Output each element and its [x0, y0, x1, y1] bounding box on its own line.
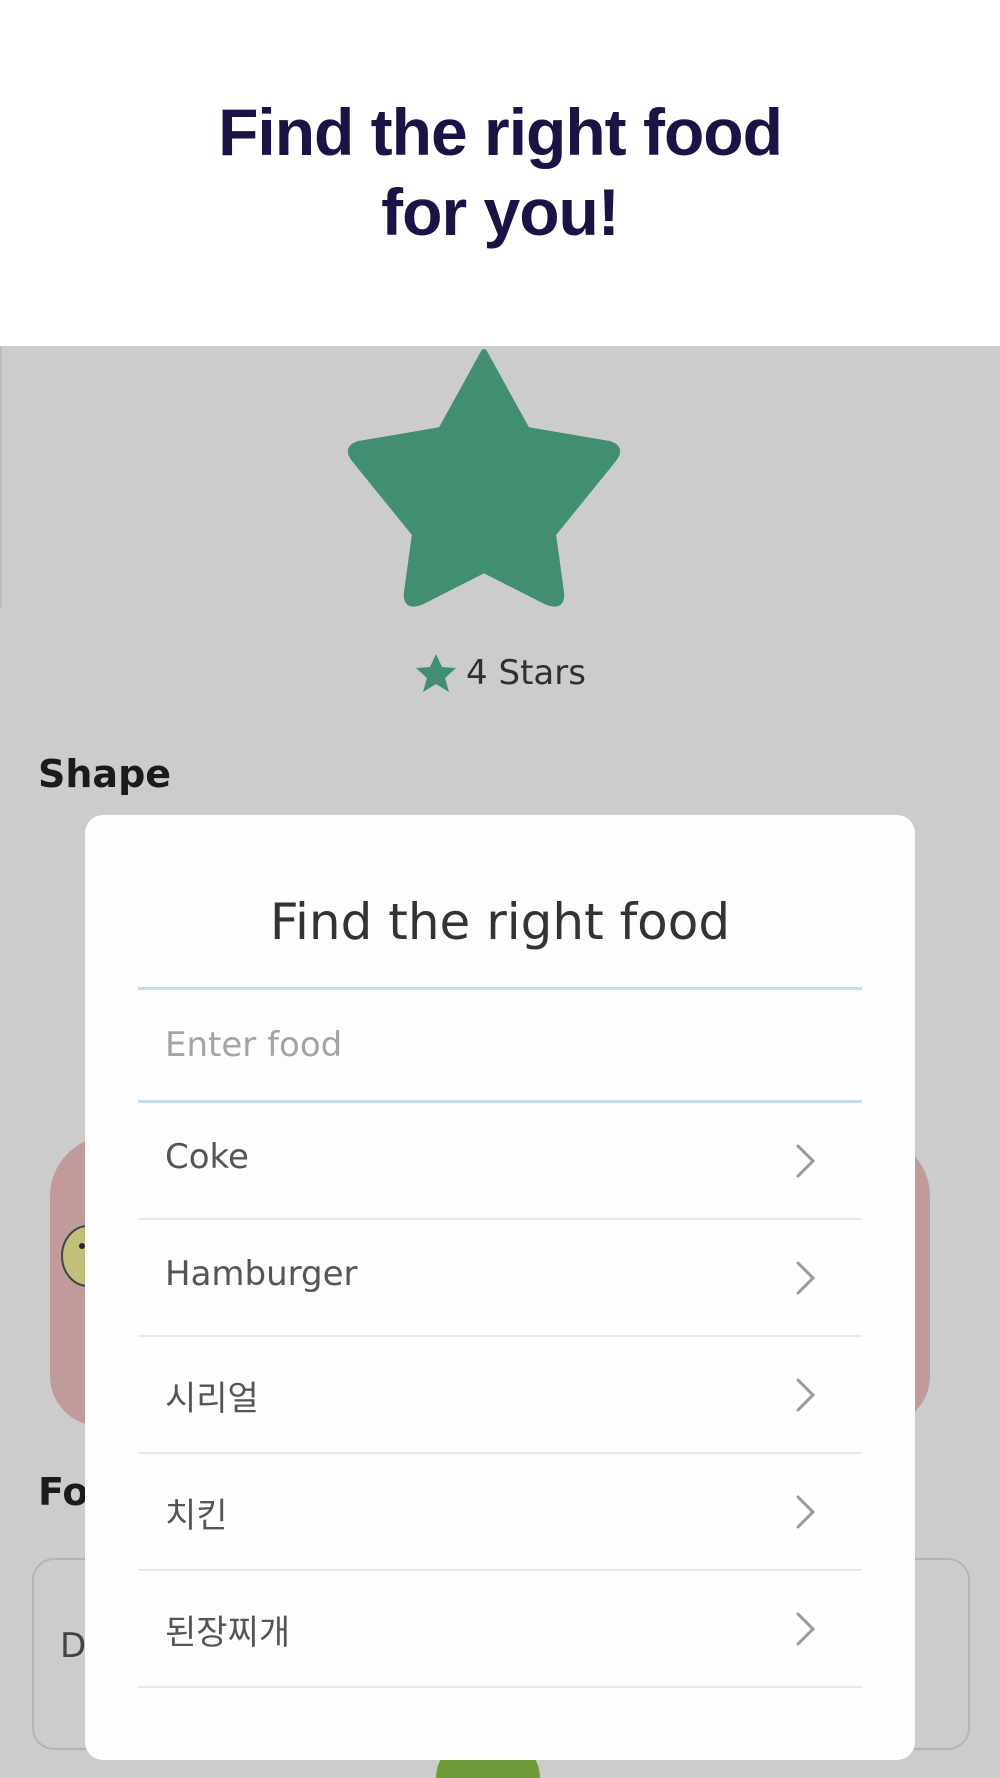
- food-list-item-doenjang-jjigae[interactable]: 된장찌개: [138, 1571, 862, 1688]
- hero-header: Find the right food for you!: [0, 0, 1000, 346]
- food-list-item-cereal[interactable]: 시리얼: [138, 1337, 862, 1454]
- hero-title-line2: for you!: [381, 175, 620, 249]
- list-item-label: Hamburger: [165, 1254, 358, 1294]
- food-list: Coke Hamburger 시리얼 치킨 된장찌개: [138, 1103, 862, 1688]
- food-search-modal: Find the right food Coke Hamburger 시리얼 치…: [85, 815, 915, 1760]
- chevron-right-icon: [796, 1378, 816, 1412]
- chevron-right-icon: [796, 1495, 816, 1529]
- list-item-label: 된장찌개: [165, 1613, 291, 1653]
- food-list-item-chicken[interactable]: 치킨: [138, 1454, 862, 1571]
- chevron-right-icon: [796, 1144, 816, 1178]
- food-list-item-hamburger[interactable]: Hamburger: [138, 1220, 862, 1337]
- hero-title-line1: Find the right food: [218, 95, 783, 169]
- hero-title: Find the right food for you!: [0, 92, 1000, 252]
- edge-divider: [0, 346, 2, 608]
- list-item-label: Coke: [165, 1137, 249, 1177]
- chevron-right-icon: [796, 1261, 816, 1295]
- list-item-label: 치킨: [165, 1496, 228, 1536]
- modal-title: Find the right food: [269, 893, 731, 951]
- food-list-item-coke[interactable]: Coke: [138, 1103, 862, 1220]
- chevron-right-icon: [796, 1612, 816, 1646]
- food-search-input[interactable]: [138, 990, 862, 1100]
- search-field: [138, 987, 862, 1103]
- list-item-label: 시리얼: [165, 1379, 259, 1419]
